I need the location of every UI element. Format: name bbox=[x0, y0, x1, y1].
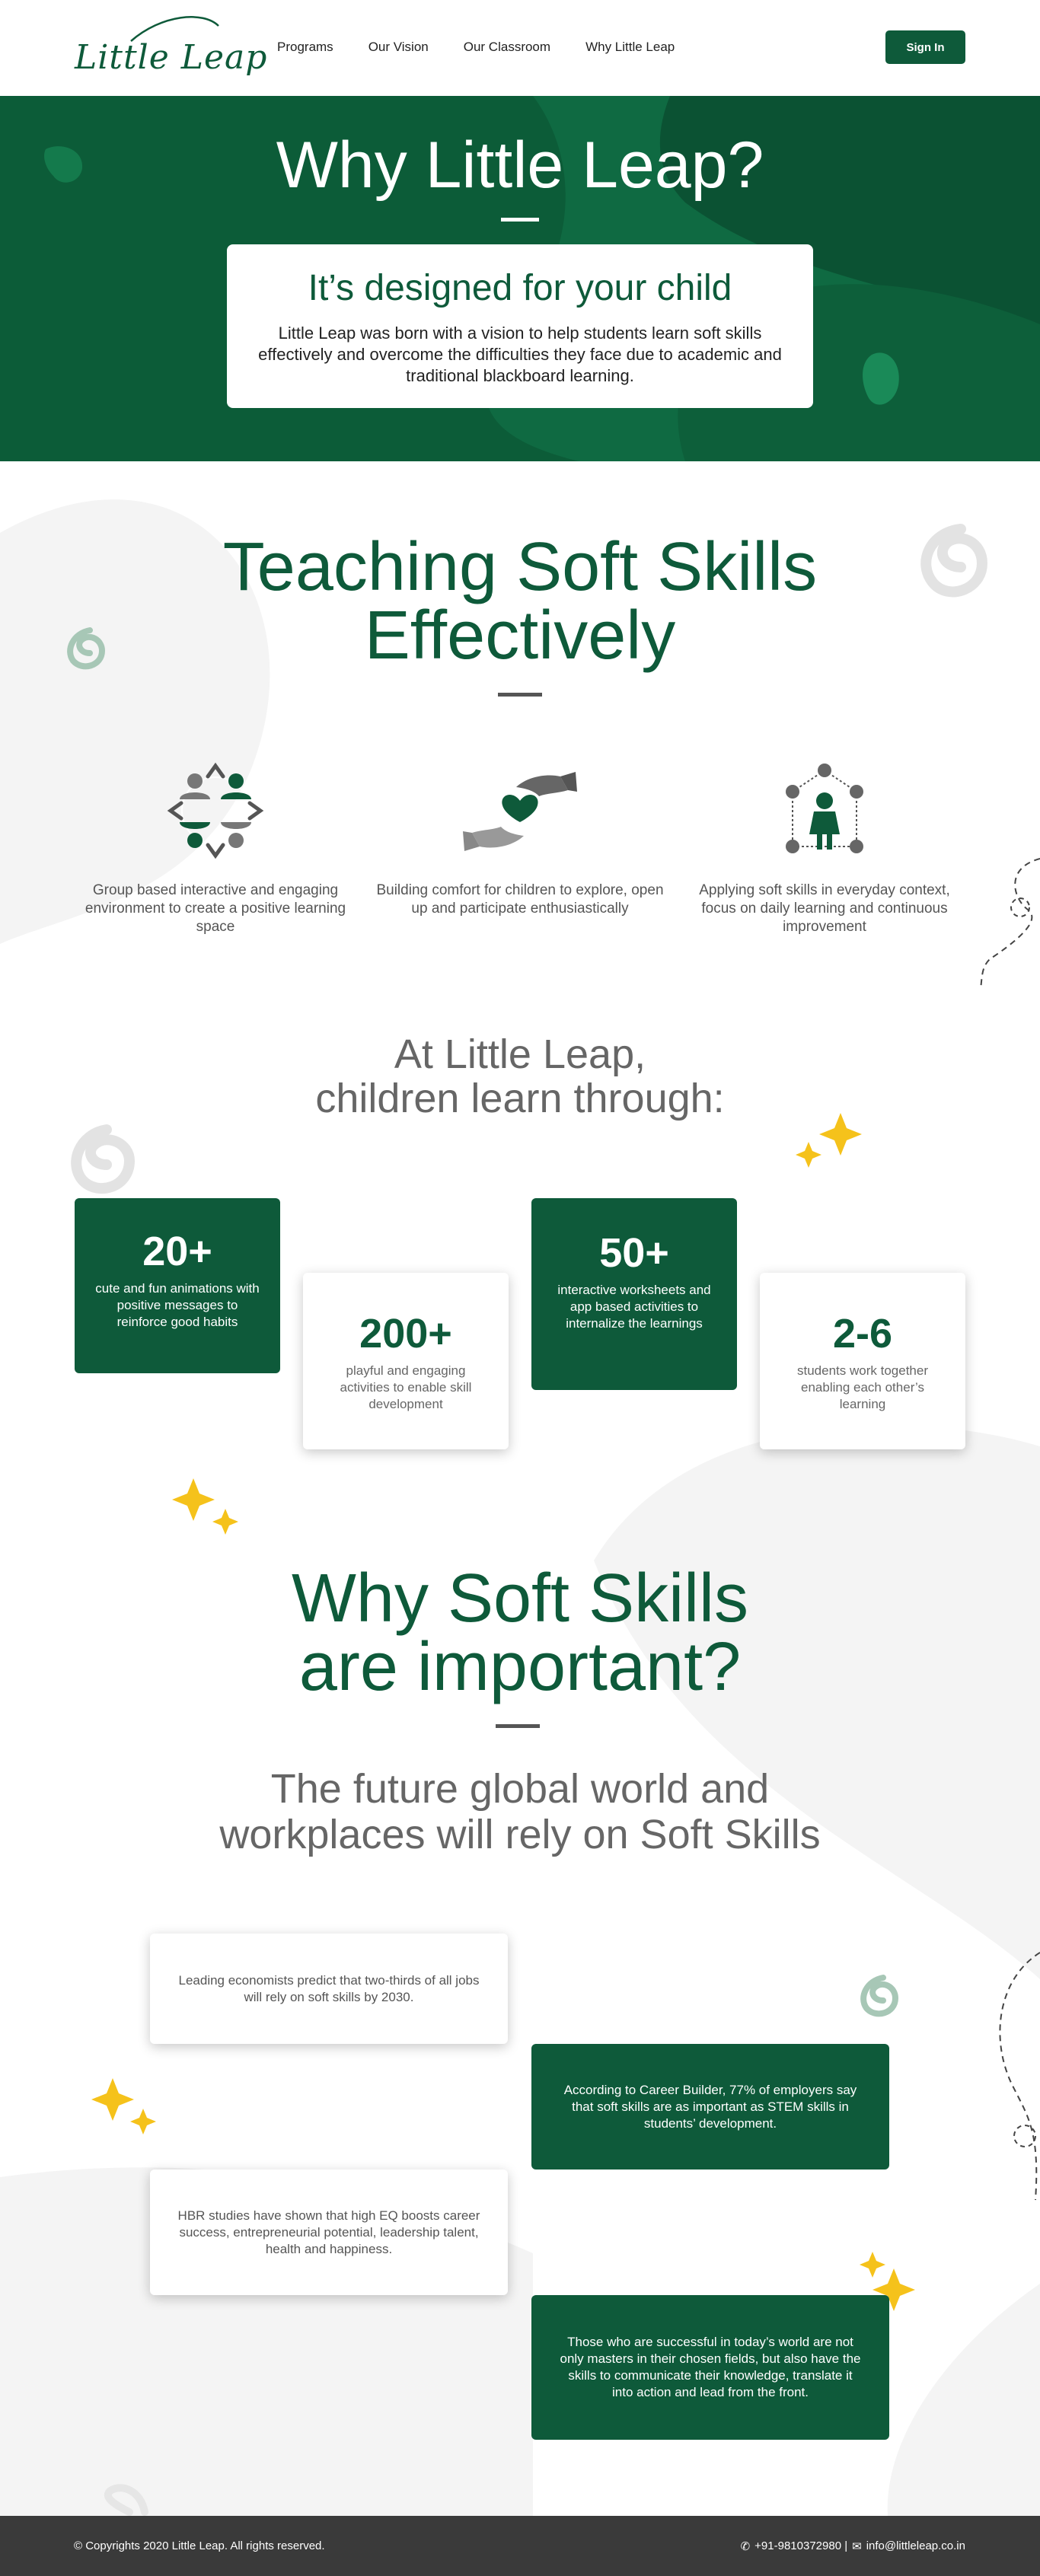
stat-number: 20+ bbox=[142, 1229, 212, 1274]
hands-heart-icon bbox=[463, 772, 577, 851]
child-network-icon bbox=[786, 764, 863, 853]
phone-icon: ✆ bbox=[740, 2540, 751, 2553]
stat-text: interactive worksheets and app based act… bbox=[557, 1283, 711, 1331]
fact-card-career-builder: According to Career Builder, 77% of empl… bbox=[531, 2044, 889, 2170]
feature-text-comfort: Building comfort for children to explore… bbox=[376, 882, 664, 917]
stat-text: cute and fun animations with positive me… bbox=[95, 1281, 260, 1329]
logo-text: Little Leap bbox=[75, 38, 268, 77]
stat-number: 200+ bbox=[359, 1311, 452, 1357]
importance-divider bbox=[496, 1724, 540, 1728]
stat-card-activities: 200+ playful and engaging activities to … bbox=[303, 1273, 509, 1449]
contact-info: ✆ +91-9810372980 | ✉ info@littleleap.co.… bbox=[741, 2539, 965, 2553]
feature-comfort: Building comfort for children to explore… bbox=[375, 761, 665, 918]
importance-title-line2: are important? bbox=[298, 1629, 742, 1705]
nav-link-programs[interactable]: Programs bbox=[277, 40, 333, 55]
swirl-icon bbox=[71, 1124, 136, 1194]
feature-group: Group based interactive and engaging env… bbox=[71, 761, 360, 936]
fact-card-economists: Leading economists predict that two-thir… bbox=[150, 1934, 508, 2044]
stat-card-worksheets: 50+ interactive worksheets and app based… bbox=[531, 1198, 737, 1390]
dashed-line bbox=[980, 858, 1040, 990]
hero-card-title: It’s designed for your child bbox=[308, 268, 732, 308]
teaching-title-line2: Effectively bbox=[364, 598, 676, 674]
stat-card-animations: 20+ cute and fun animations with positiv… bbox=[75, 1198, 280, 1373]
stat-number: 2-6 bbox=[832, 1311, 893, 1357]
swirl-icon bbox=[860, 1975, 899, 2017]
fact-card-hbr: HBR studies have shown that high EQ boos… bbox=[150, 2170, 508, 2295]
nav-link-our-vision[interactable]: Our Vision bbox=[368, 40, 429, 55]
nav-link-our-classroom[interactable]: Our Classroom bbox=[464, 40, 550, 55]
importance-subtitle-line1: The future global world and bbox=[270, 1766, 770, 1812]
stat-text: playful and engaging activities to enabl… bbox=[340, 1363, 472, 1411]
stat-text: students work together enabling each oth… bbox=[797, 1363, 928, 1411]
feature-text-applying: Applying soft skills in everyday context… bbox=[699, 882, 950, 935]
teaching-divider bbox=[498, 693, 542, 697]
swirl-icon bbox=[104, 2484, 148, 2516]
nav-links: Programs Our Vision Our Classroom Why Li… bbox=[277, 40, 710, 55]
nav-link-why-little-leap[interactable]: Why Little Leap bbox=[585, 40, 675, 55]
email-link[interactable]: info@littleleap.co.in bbox=[866, 2539, 965, 2553]
top-navbar: Little Leap Programs Our Vision Our Clas… bbox=[0, 0, 1040, 96]
stat-number: 50+ bbox=[599, 1230, 669, 1276]
logo[interactable]: Little Leap bbox=[70, 11, 266, 87]
phone-link[interactable]: +91-9810372980 | bbox=[754, 2539, 847, 2553]
footer: © Copyrights 2020 Little Leap. All right… bbox=[0, 2516, 1040, 2576]
copyright-text: © Copyrights 2020 Little Leap. All right… bbox=[74, 2539, 325, 2552]
hero-section: Why Little Leap? It’s designed for your … bbox=[0, 96, 1040, 461]
teaching-title-line1: Teaching Soft Skills bbox=[222, 529, 818, 605]
hero-title: Why Little Leap? bbox=[276, 129, 764, 202]
mail-icon: ✉ bbox=[852, 2540, 862, 2553]
importance-subtitle-line2: workplaces will rely on Soft Skills bbox=[219, 1812, 821, 1857]
sign-in-button[interactable]: Sign In bbox=[885, 30, 965, 64]
feature-text-group: Group based interactive and engaging env… bbox=[85, 882, 346, 935]
hero-card-text: Little Leap was born with a vision to he… bbox=[258, 324, 782, 385]
hero-divider bbox=[501, 218, 539, 222]
learn-title-line2: children learn through: bbox=[315, 1076, 725, 1121]
feature-applying: Applying soft skills in everyday context… bbox=[680, 761, 969, 936]
hero-card: It’s designed for your child Little Leap… bbox=[227, 244, 813, 408]
stat-card-students: 2-6 students work together enabling each… bbox=[760, 1273, 965, 1449]
fact-card-successful: Those who are successful in today’s worl… bbox=[531, 2295, 889, 2440]
learn-title-line1: At Little Leap, bbox=[394, 1031, 646, 1077]
group-people-icon bbox=[167, 762, 264, 859]
dashed-line bbox=[999, 1952, 1040, 2201]
importance-title-line1: Why Soft Skills bbox=[291, 1561, 749, 1637]
